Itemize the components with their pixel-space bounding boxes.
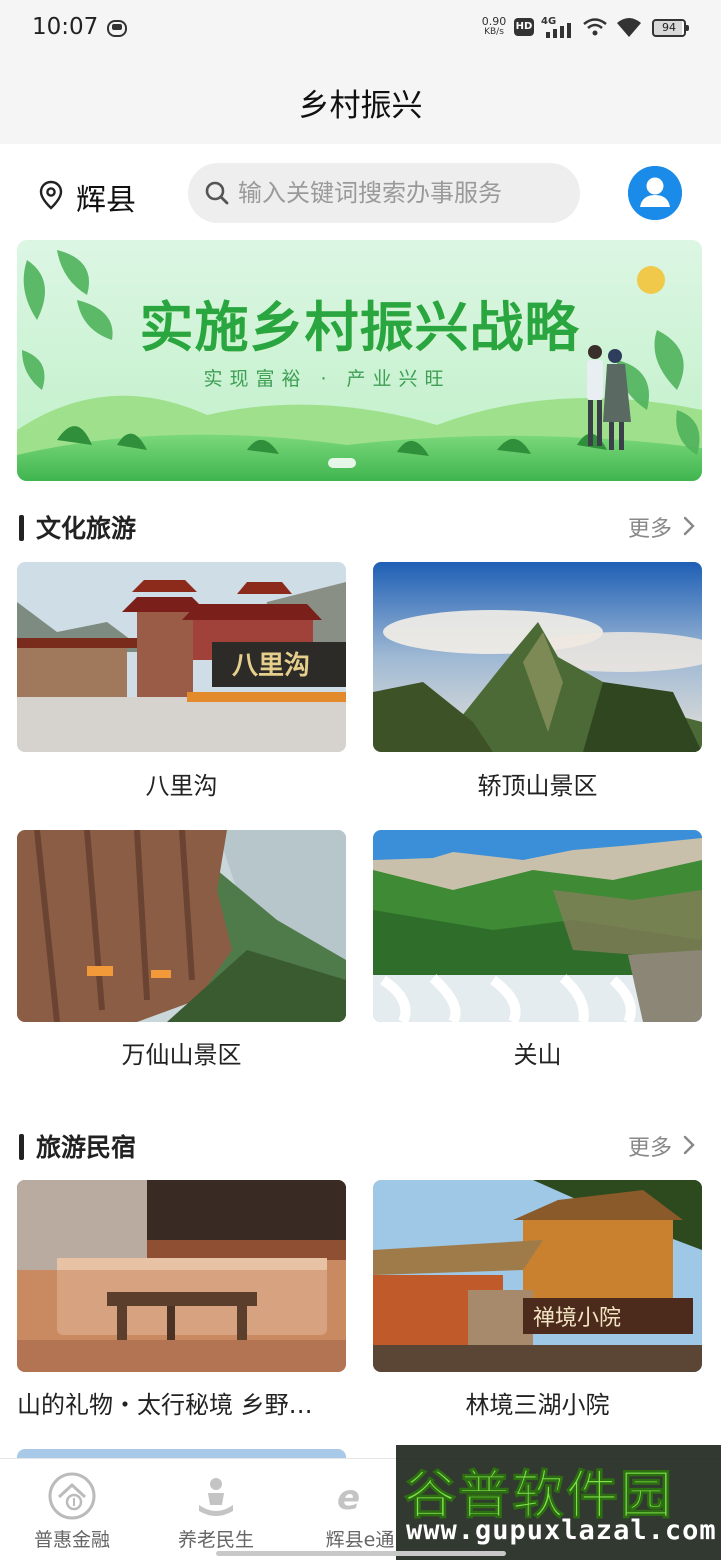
scenic-card[interactable]: 万仙山景区 [17, 830, 346, 1070]
location-pin-icon[interactable] [38, 180, 64, 210]
homestay-photo: 禅境小院 [373, 1180, 702, 1372]
scenic-card[interactable]: 八里沟 八里沟 [17, 562, 346, 802]
homestay-photo [17, 1180, 346, 1372]
elder-care-icon [199, 1478, 233, 1516]
huixian-e-glyph: e [337, 1478, 360, 1518]
status-time: 10:07 [32, 14, 99, 40]
scenic-photo [373, 562, 702, 752]
user-avatar-icon[interactable] [628, 166, 682, 220]
scenic-photo [17, 830, 346, 1022]
scenic-photo-waterfall [373, 830, 702, 1022]
location-city[interactable]: 辉县 [76, 175, 136, 219]
promo-banner[interactable]: 实施乡村振兴战略 实现富裕 · 产业兴旺 [17, 240, 702, 481]
section-accent-bar [19, 515, 24, 541]
battery-icon: 94 [652, 19, 689, 37]
homestay-photo-room [17, 1180, 346, 1372]
wifi-strength-icon [617, 18, 641, 37]
network-speed: 0.90 KB/s [480, 16, 508, 38]
gate-sign-text: 八里沟 [232, 651, 310, 681]
search-input[interactable] [238, 173, 568, 213]
search-bar[interactable] [188, 163, 580, 223]
more-link[interactable]: 更多 [628, 511, 672, 543]
chevron-right-icon[interactable] [682, 1134, 696, 1156]
nav-label: 普惠金融 [33, 1529, 110, 1551]
nav-label: 养老民生 [177, 1529, 254, 1551]
scenic-card-label: 万仙山景区 [121, 1041, 242, 1069]
chevron-right-icon[interactable] [682, 515, 696, 537]
section-header-culture-tourism: 文化旅游 更多 [0, 509, 721, 549]
banner-subtitle: 实现富裕 · 产业兴旺 [203, 368, 451, 390]
scenic-photo: 八里沟 [17, 562, 346, 752]
scenic-photo-mountain [373, 562, 702, 752]
wifi-icon [583, 18, 607, 36]
scenic-card[interactable]: 关山 [373, 830, 702, 1070]
hd-icon: HD [514, 18, 534, 36]
network-type: 4G [541, 16, 556, 27]
home-indicator[interactable] [216, 1551, 506, 1556]
banner-title: 实施乡村振兴战略 [139, 296, 580, 359]
page-title: 乡村振兴 [298, 88, 423, 124]
speed-value: 0.90 [481, 15, 507, 28]
speed-unit: KB/s [484, 27, 504, 37]
scenic-card-label: 八里沟 [145, 772, 218, 800]
section-accent-bar [19, 1134, 24, 1160]
section-title: 文化旅游 [36, 514, 137, 543]
homestay-card[interactable]: 山的礼物・太行秘境 乡野… [17, 1180, 346, 1420]
homestay-photo-courtyard: 禅境小院 [373, 1180, 702, 1372]
scenic-card-label: 轿顶山景区 [477, 772, 598, 800]
finance-icon [48, 1472, 96, 1520]
watermark-overlay: 谷普软件园 www.gupuxlazal.com [396, 1445, 721, 1560]
title-bar: 乡村振兴 [0, 56, 721, 144]
banner-page-indicator [328, 458, 356, 468]
signal-4g-icon: 4G [541, 16, 571, 38]
nav-item-finance[interactable]: 普惠金融 [0, 1459, 144, 1560]
scenic-photo [373, 830, 702, 1022]
nav-item-elder-care[interactable]: 养老民生 [144, 1459, 288, 1560]
notification-face-icon [107, 20, 127, 37]
scenic-photo-gate: 八里沟 [17, 562, 346, 752]
homestay-card[interactable]: 禅境小院 林境三湖小院 [373, 1180, 702, 1420]
huixian-e-icon: e [337, 1478, 360, 1518]
search-icon [205, 181, 229, 205]
scenic-card[interactable]: 轿顶山景区 [373, 562, 702, 802]
homestay-card-label: 山的礼物・太行秘境 乡野… [17, 1391, 313, 1419]
inn-sign-text: 禅境小院 [533, 1306, 621, 1331]
homestay-card-label: 林境三湖小院 [465, 1391, 610, 1419]
section-title: 旅游民宿 [36, 1133, 137, 1162]
scenic-photo-cliff [17, 830, 346, 1022]
more-link[interactable]: 更多 [628, 1130, 672, 1162]
watermark-url: www.gupuxlazal.com [406, 1515, 717, 1546]
status-bar: 10:07 0.90 KB/s HD 4G 94 [0, 0, 721, 56]
section-header-homestay: 旅游民宿 更多 [0, 1128, 721, 1168]
scenic-card-label: 关山 [513, 1041, 562, 1069]
